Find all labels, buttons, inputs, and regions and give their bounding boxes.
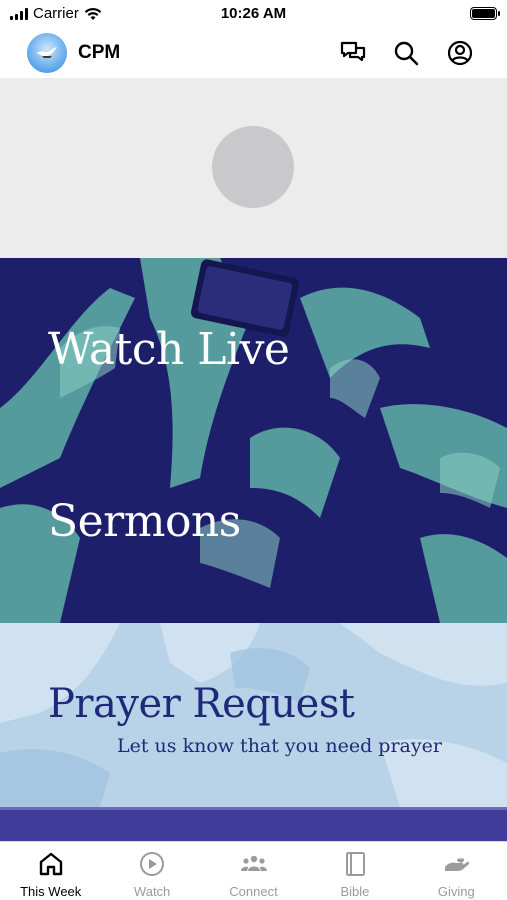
church-logo[interactable] — [27, 33, 67, 73]
clock: 10:26 AM — [220, 5, 287, 22]
home-icon — [39, 852, 62, 876]
tab-label: Watch — [133, 884, 171, 899]
sermons-link[interactable]: Sermons — [48, 496, 241, 547]
dove-icon — [37, 47, 57, 58]
feature-card: Watch Live Sermons — [0, 258, 507, 623]
app-header: CPM — [0, 28, 507, 78]
tab-label: Giving — [437, 884, 475, 899]
tab-connect[interactable]: Connect — [203, 842, 304, 900]
book-icon — [345, 852, 365, 876]
app-title: CPM — [78, 42, 121, 63]
hero-banner — [0, 78, 507, 258]
tab-label: Bible — [340, 884, 370, 899]
battery-icon — [470, 7, 500, 20]
tab-giving[interactable]: Giving — [406, 842, 507, 900]
tab-this-week[interactable]: This Week — [0, 842, 101, 900]
prayer-request-subtitle: Let us know that you need prayer — [117, 735, 442, 757]
worship-hands-image — [0, 258, 507, 623]
tab-bible[interactable]: Bible — [304, 842, 405, 900]
prayer-request-title: Prayer Request — [48, 681, 355, 727]
tab-bar: This Week Watch Connect Bible Giving — [0, 841, 507, 900]
play-icon — [140, 852, 165, 876]
search-icon[interactable] — [393, 40, 419, 66]
tab-label: Connect — [229, 884, 278, 899]
tab-label: This Week — [20, 884, 82, 899]
tab-watch[interactable]: Watch — [101, 842, 202, 900]
next-card-edge — [0, 807, 507, 841]
image-placeholder — [212, 126, 294, 208]
people-icon — [240, 855, 267, 871]
status-bar: Carrier 10:26 AM — [0, 0, 507, 28]
watch-live-link[interactable]: Watch Live — [48, 324, 290, 375]
prayer-request-card[interactable]: Prayer Request Let us know that you need… — [0, 623, 507, 807]
giving-hand-icon — [445, 858, 470, 871]
chat-icon[interactable] — [340, 40, 366, 66]
profile-icon[interactable] — [447, 40, 473, 66]
